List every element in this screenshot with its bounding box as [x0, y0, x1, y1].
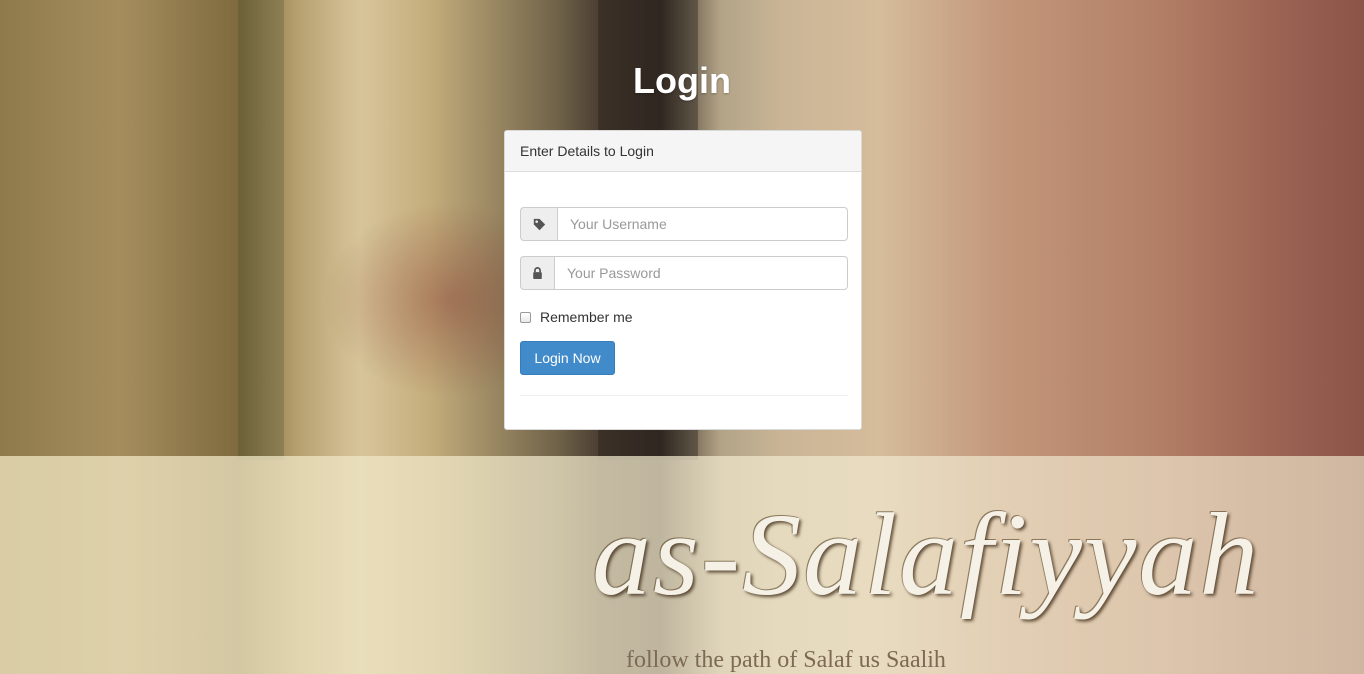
username-input[interactable] [557, 207, 848, 241]
lock-icon [520, 256, 554, 290]
panel-divider [520, 395, 848, 396]
remember-me-label: Remember me [540, 309, 633, 325]
login-panel: Enter Details to Login Remember me Login… [504, 130, 862, 430]
site-logo: as-Salafiyyah [592, 489, 1261, 620]
site-tagline: follow the path of Salaf us Saalih [626, 647, 946, 673]
remember-me-checkbox[interactable] [520, 311, 531, 323]
password-input[interactable] [554, 256, 848, 290]
login-button[interactable]: Login Now [520, 341, 615, 375]
panel-heading: Enter Details to Login [505, 131, 861, 172]
username-group [520, 207, 848, 241]
page-title: Login [633, 60, 731, 101]
tag-icon [520, 207, 557, 241]
remember-me[interactable]: Remember me [520, 307, 633, 327]
password-group [520, 256, 848, 290]
